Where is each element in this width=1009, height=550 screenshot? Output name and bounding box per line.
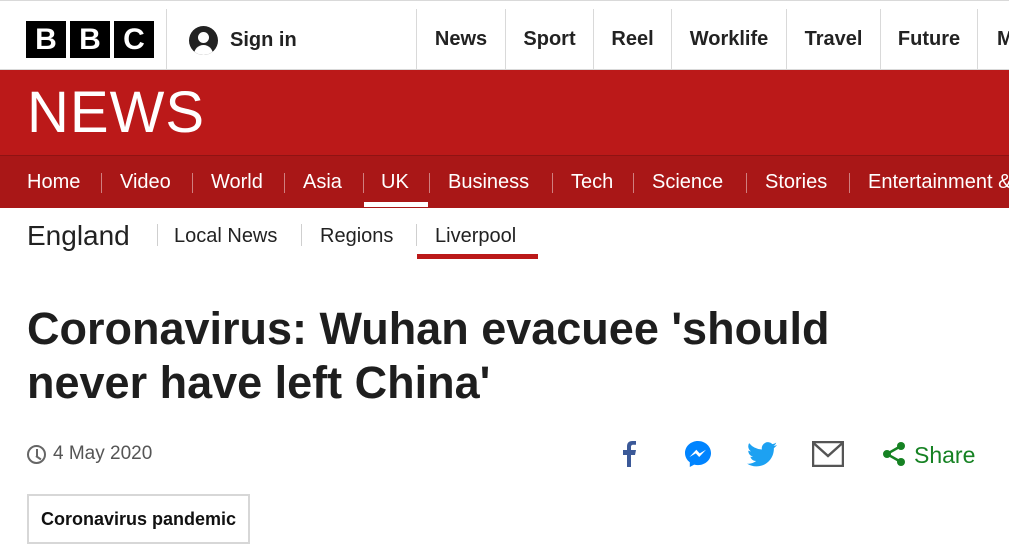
sign-in-link[interactable]: Sign in	[189, 26, 297, 55]
topnav-sport[interactable]: Sport	[505, 9, 593, 70]
topnav-news[interactable]: News	[416, 9, 505, 70]
nav-separator	[101, 173, 102, 193]
messenger-share-button[interactable]	[681, 437, 715, 471]
nav-entertainment[interactable]: Entertainment &	[868, 156, 1009, 209]
article-headline: Coronavirus: Wuhan evacuee 'should never…	[27, 303, 830, 408]
nav-home[interactable]: Home	[27, 156, 80, 209]
subnav-active-indicator	[417, 254, 538, 259]
nav-business[interactable]: Business	[448, 156, 529, 209]
bbc-logo-letter: B	[70, 21, 110, 58]
nav-separator	[552, 173, 553, 193]
nav-separator	[633, 173, 634, 193]
share-label[interactable]: Share	[914, 442, 975, 469]
email-icon	[812, 441, 844, 467]
global-header: B B C Sign in News Sport Reel Worklife T…	[0, 0, 1009, 70]
facebook-share-button[interactable]	[612, 437, 646, 471]
divider	[166, 9, 167, 70]
email-share-button[interactable]	[811, 437, 845, 471]
nav-separator	[363, 173, 364, 193]
nav-world[interactable]: World	[211, 156, 263, 209]
nav-science[interactable]: Science	[652, 156, 723, 209]
news-banner: NEWS	[0, 70, 1009, 155]
nav-tech[interactable]: Tech	[571, 156, 613, 209]
nav-separator	[284, 173, 285, 193]
topnav-future[interactable]: Future	[880, 9, 977, 70]
topnav-reel[interactable]: Reel	[593, 9, 671, 70]
subnav-separator	[301, 224, 302, 246]
share-button[interactable]	[877, 437, 911, 471]
nav-active-indicator	[364, 202, 428, 207]
bbc-logo[interactable]: B B C	[26, 21, 154, 58]
topnav-worklife[interactable]: Worklife	[671, 9, 786, 70]
subnav-local-news[interactable]: Local News	[174, 225, 277, 248]
nav-separator	[746, 173, 747, 193]
facebook-icon	[623, 441, 636, 467]
topnav-more[interactable]: M	[977, 9, 1009, 70]
nav-asia[interactable]: Asia	[303, 156, 342, 209]
date-text: 4 May 2020	[53, 443, 153, 464]
topnav-travel[interactable]: Travel	[786, 9, 880, 70]
nav-separator	[192, 173, 193, 193]
main-navigation: Home Video World Asia UK Business Tech S…	[0, 155, 1009, 208]
subnav-liverpool[interactable]: Liverpool	[435, 225, 516, 248]
nav-stories[interactable]: Stories	[765, 156, 827, 209]
subnav-separator	[416, 224, 417, 246]
clock-icon	[27, 444, 46, 464]
news-wordmark[interactable]: NEWS	[27, 84, 205, 142]
bbc-logo-letter: B	[26, 21, 66, 58]
nav-separator	[429, 173, 430, 193]
messenger-icon	[685, 441, 711, 467]
sign-in-label: Sign in	[230, 29, 297, 51]
twitter-icon	[747, 441, 777, 466]
bbc-logo-letter: C	[114, 21, 154, 58]
account-icon	[189, 26, 218, 55]
nav-separator	[849, 173, 850, 193]
subnav-regions[interactable]: Regions	[320, 225, 393, 248]
topic-tag[interactable]: Coronavirus pandemic	[27, 494, 251, 544]
section-title[interactable]: England	[27, 220, 130, 252]
secondary-navigation: England Local News Regions Liverpool	[0, 208, 1009, 263]
twitter-share-button[interactable]	[745, 437, 779, 471]
article-date: 4 May 2020	[27, 443, 152, 465]
share-icon	[883, 442, 905, 466]
nav-video[interactable]: Video	[120, 156, 171, 209]
subnav-separator	[157, 224, 158, 246]
